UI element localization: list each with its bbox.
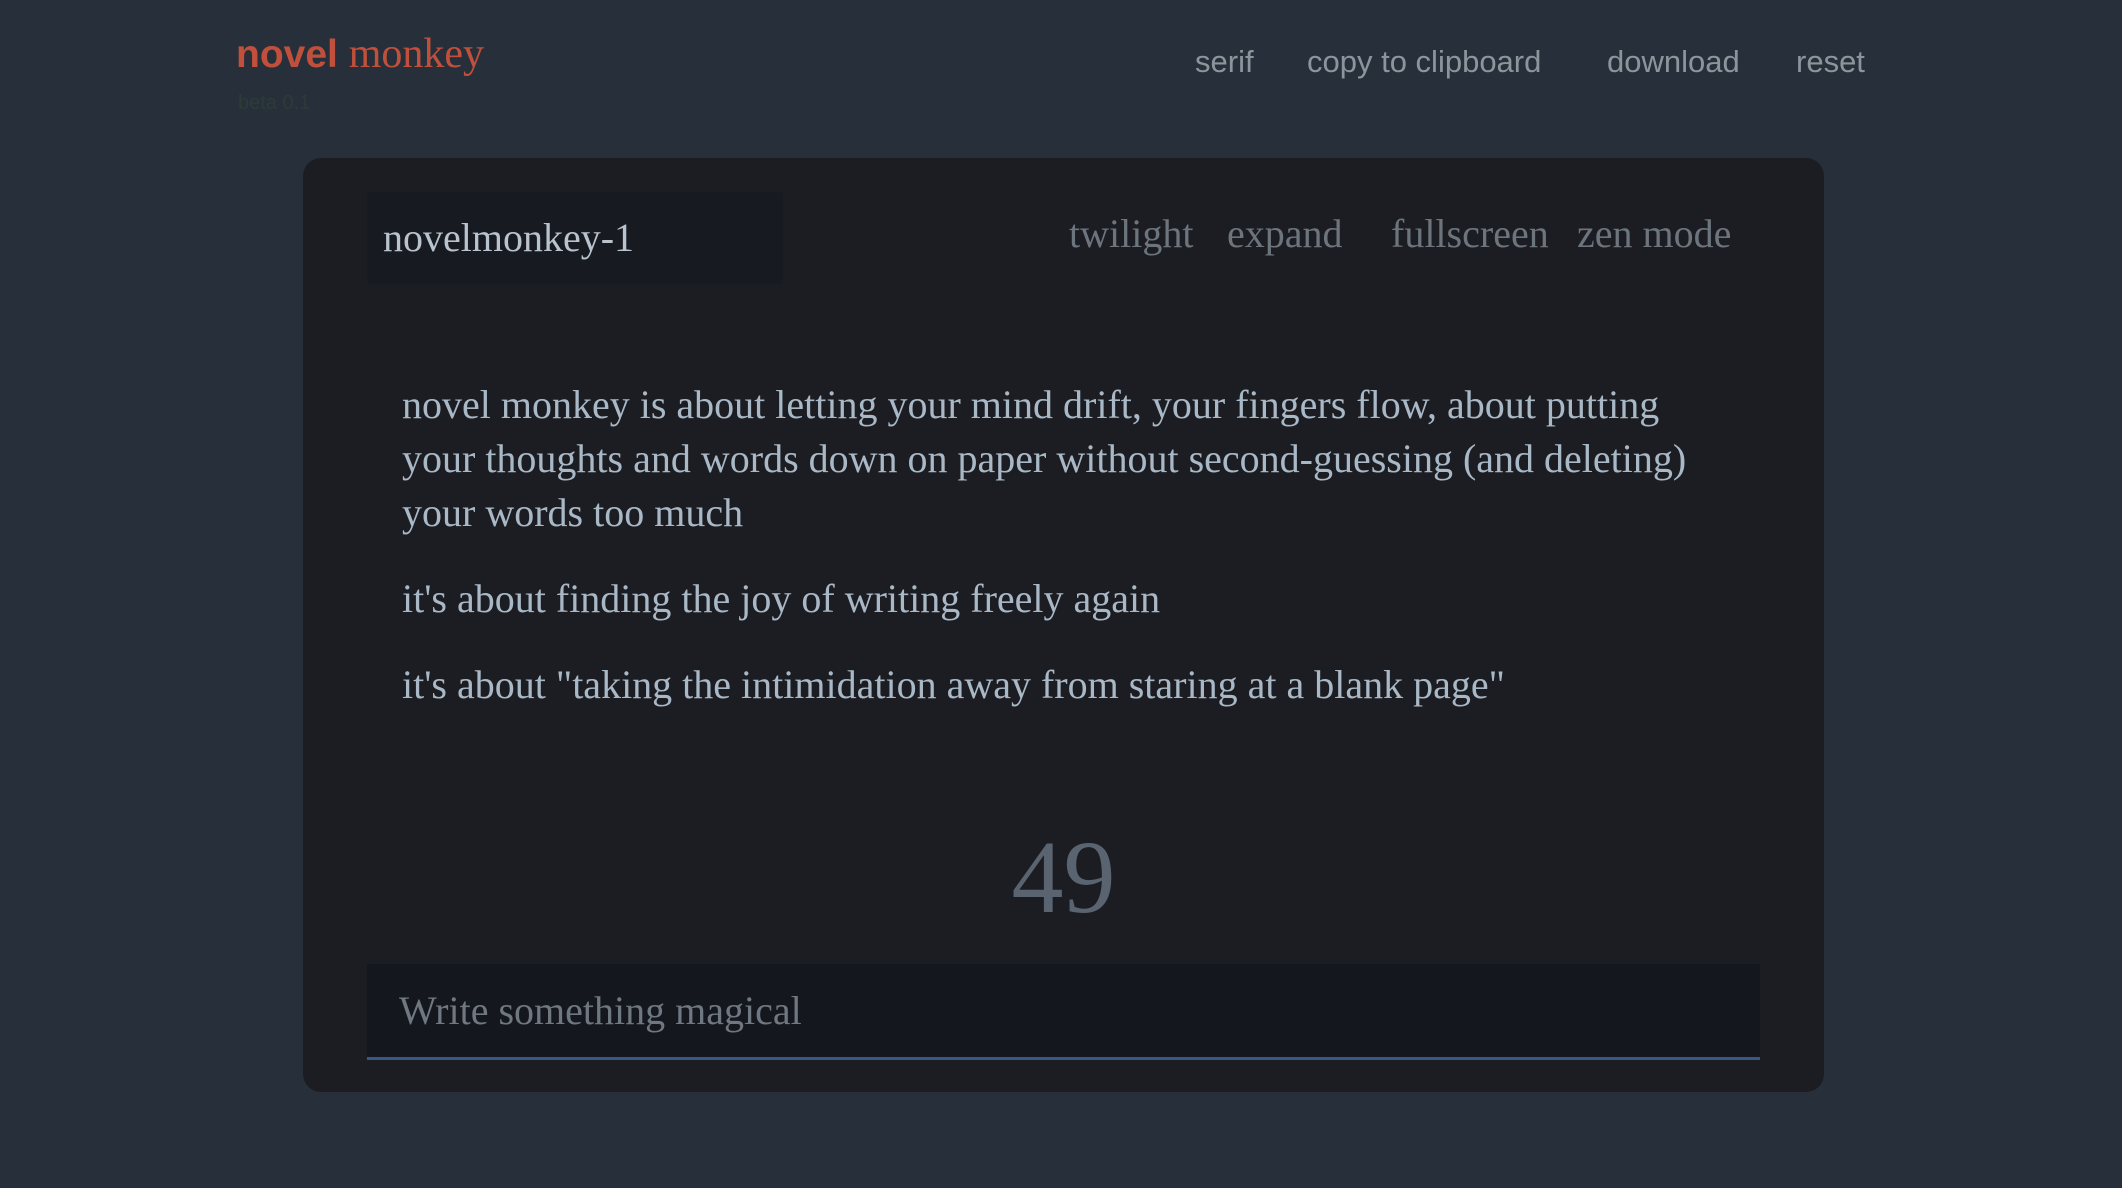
- copy-to-clipboard-link[interactable]: copy to clipboard: [1307, 44, 1541, 80]
- write-input-container: [367, 964, 1760, 1060]
- paragraph: it's about finding the joy of writing fr…: [402, 576, 1161, 621]
- paragraph: it's about "taking the intimidation away…: [402, 662, 1505, 707]
- write-input[interactable]: [367, 964, 1760, 1057]
- reset-link[interactable]: reset: [1796, 44, 1865, 80]
- beta-label: beta 0.1: [238, 92, 311, 114]
- paragraph: novel monkey is about letting your mind …: [402, 382, 1687, 535]
- theme-toggle-link[interactable]: twilight: [1069, 210, 1193, 257]
- document-title[interactable]: novelmonkey-1: [367, 192, 783, 284]
- document-body[interactable]: novel monkey is about letting your mind …: [402, 378, 1732, 744]
- editor-card: novelmonkey-1 twilight expand fullscreen…: [303, 158, 1824, 1092]
- app-logo[interactable]: novel monkey: [236, 30, 484, 79]
- zen-mode-link[interactable]: zen mode: [1577, 210, 1731, 257]
- expand-link[interactable]: expand: [1227, 210, 1343, 257]
- logo-novel-text: novel: [236, 33, 338, 76]
- font-toggle-link[interactable]: serif: [1195, 44, 1254, 80]
- logo-monkey-text: monkey: [348, 31, 485, 77]
- download-link[interactable]: download: [1607, 44, 1740, 80]
- fullscreen-link[interactable]: fullscreen: [1391, 210, 1549, 257]
- word-count: 49: [1011, 820, 1116, 935]
